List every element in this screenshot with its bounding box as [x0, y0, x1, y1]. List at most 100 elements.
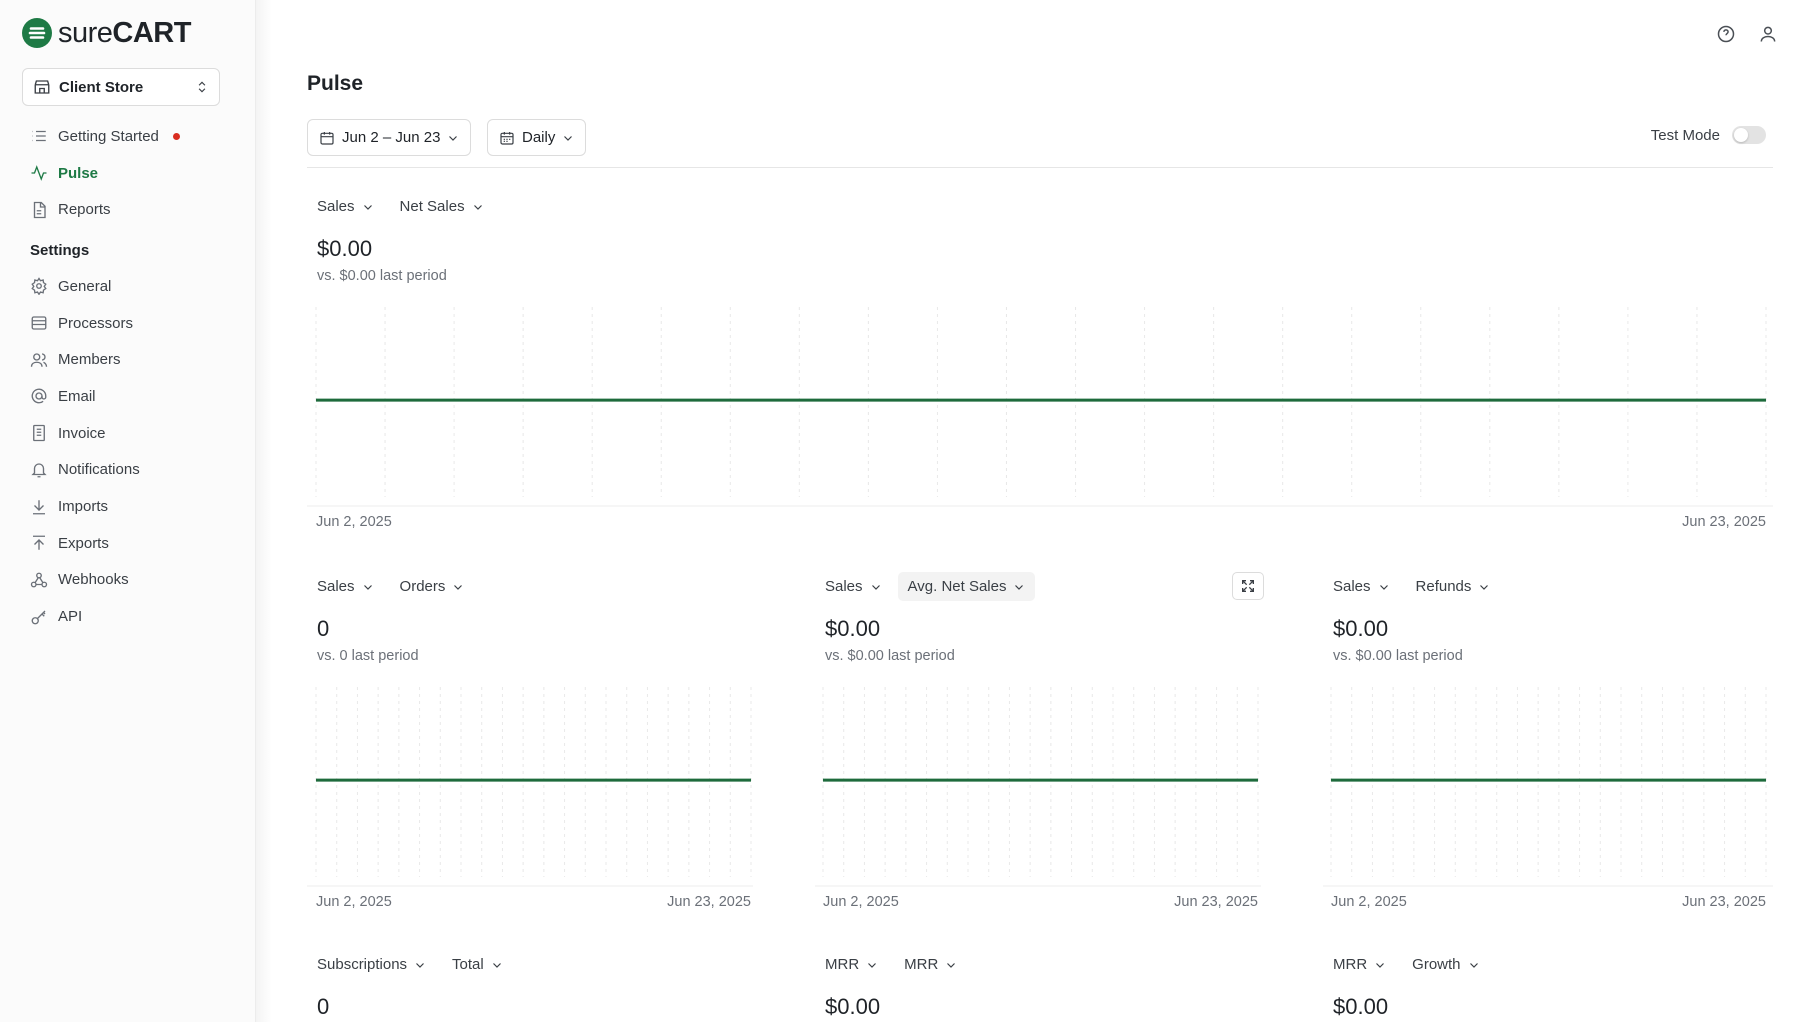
metric-dropdown[interactable]: Refunds	[1406, 572, 1501, 601]
metric-category-dropdown[interactable]: MRR	[1323, 950, 1396, 979]
sidebar-item-pulse[interactable]: Pulse	[22, 155, 232, 192]
test-mode-control: Test Mode	[1651, 126, 1766, 144]
calendar-icon	[320, 131, 334, 145]
x-axis-start-label: Jun 2, 2025	[316, 514, 392, 530]
metric-category-dropdown[interactable]: Sales	[815, 572, 892, 601]
dropdown-label: Growth	[1412, 956, 1461, 973]
sidebar-item-label: Invoice	[58, 424, 106, 442]
bell-icon	[31, 463, 47, 478]
date-range-label: Jun 2 – Jun 23	[342, 129, 441, 146]
download-icon	[33, 499, 45, 514]
sidebar-item-reports[interactable]: Reports	[22, 191, 232, 228]
users-icon	[30, 353, 48, 367]
dropdown-label: Orders	[399, 578, 446, 595]
sidebar-item-members[interactable]: Members	[22, 341, 232, 378]
chevron-down-icon	[416, 962, 424, 968]
x-axis-start-label: Jun 2, 2025	[316, 894, 392, 910]
metric-value: 0	[317, 994, 330, 1019]
dropdown-label: Sales	[1333, 578, 1371, 595]
chevron-down-icon	[454, 584, 463, 590]
invoice-icon	[33, 424, 45, 442]
x-axis-end-label: Jun 23, 2025	[1682, 894, 1766, 910]
dropdown-label: Sales	[825, 578, 863, 595]
user-icon[interactable]	[1758, 24, 1778, 44]
metric-dropdown[interactable]: Net Sales	[390, 192, 494, 221]
mrr-growth-card: MRR Growth $0.00	[1323, 950, 1773, 1022]
metric-dropdown[interactable]: Total	[442, 950, 513, 979]
sidebar-item-getting-started[interactable]: Getting Started	[22, 118, 232, 155]
dropdown-label: Refunds	[1415, 578, 1472, 595]
test-mode-label: Test Mode	[1650, 126, 1720, 144]
calendar-grid-icon	[500, 131, 514, 145]
store-icon	[34, 80, 50, 94]
test-mode-toggle[interactable]	[1732, 126, 1766, 144]
pulse-icon	[31, 165, 47, 181]
chevron-down-icon	[564, 135, 573, 141]
dropdown-label: Sales	[317, 198, 355, 215]
sidebar-item-label: Notifications	[58, 461, 140, 479]
sidebar-item-invoice[interactable]: Invoice	[22, 415, 232, 452]
metric-dropdown[interactable]: MRR	[894, 950, 967, 979]
sidebar-item-general[interactable]: General	[22, 268, 232, 305]
sidebar-item-label: Email	[58, 387, 96, 405]
mrr-card: MRR MRR $0.00	[815, 950, 1261, 1022]
date-range-button[interactable]: Jun 2 – Jun 23	[307, 119, 472, 156]
sidebar-item-label: Reports	[58, 201, 111, 219]
expand-chart-button[interactable]	[1232, 572, 1264, 600]
avg-net-sales-card: Sales Avg. Net Sales $0.00 vs. $0.00 las…	[815, 572, 1264, 912]
brand-name: sureCART	[58, 17, 191, 49]
dropdown-label: Net Sales	[399, 198, 465, 215]
chevron-down-icon	[363, 204, 372, 210]
dropdown-label: MRR	[825, 956, 860, 973]
store-selector[interactable]: Client Store	[22, 68, 220, 106]
interval-button[interactable]: Daily	[487, 119, 587, 156]
dropdown-label: Total	[452, 956, 484, 973]
chevron-down-icon	[1379, 584, 1388, 590]
metric-dropdown[interactable]: Avg. Net Sales	[897, 572, 1036, 601]
expand-icon	[1242, 580, 1254, 592]
card-controls: Sales Refunds	[1323, 572, 1500, 601]
metric-dropdown[interactable]: Growth	[1402, 950, 1489, 979]
sidebar-item-email[interactable]: Email	[22, 378, 232, 415]
dropdown-label: MRR	[904, 956, 939, 973]
sidebar-item-exports[interactable]: Exports	[22, 525, 232, 562]
metric-value: $0.00	[825, 616, 881, 641]
help-icon[interactable]	[1716, 24, 1736, 44]
metric-category-dropdown[interactable]: Sales	[307, 572, 384, 601]
sidebar-nav: Getting Started Pulse Reports Settings G…	[22, 118, 232, 635]
sidebar-item-webhooks[interactable]: Webhooks	[22, 562, 232, 599]
metric-dropdown[interactable]: Orders	[390, 572, 475, 601]
metric-category-dropdown[interactable]: Subscriptions	[307, 950, 436, 979]
sidebar-item-label: Members	[58, 351, 121, 369]
metric-category-dropdown[interactable]: Sales	[307, 192, 384, 221]
chevron-down-icon	[1480, 584, 1489, 590]
brand-logo[interactable]: sureCART	[22, 18, 191, 48]
chevron-up-down-icon	[198, 81, 206, 93]
sidebar-item-label: Getting Started	[58, 127, 159, 145]
x-axis-end-label: Jun 23, 2025	[1174, 894, 1258, 910]
sidebar-item-label: Webhooks	[58, 571, 129, 589]
dropdown-label: Subscriptions	[317, 956, 408, 973]
webhook-icon	[30, 572, 48, 588]
sidebar-item-label: Pulse	[58, 164, 99, 182]
metric-category-dropdown[interactable]: MRR	[815, 950, 888, 979]
x-axis-end-label: Jun 23, 2025	[667, 894, 751, 910]
document-icon	[33, 201, 46, 218]
sidebar-item-api[interactable]: API	[22, 598, 232, 635]
upload-icon	[33, 535, 45, 550]
orders-line-chart	[307, 687, 753, 887]
avg-net-sales-line-chart	[815, 687, 1261, 887]
notification-dot	[172, 132, 180, 140]
sidebar: sureCART Client Store Getting Started Pu…	[0, 0, 256, 1022]
metric-category-dropdown[interactable]: Sales	[1323, 572, 1400, 601]
sidebar-item-processors[interactable]: Processors	[22, 305, 232, 342]
metric-value: $0.00	[317, 236, 373, 261]
sidebar-item-notifications[interactable]: Notifications	[22, 452, 232, 489]
chevron-down-icon	[449, 135, 458, 141]
x-axis-start-label: Jun 2, 2025	[823, 894, 899, 910]
list-icon	[32, 131, 46, 142]
sidebar-item-imports[interactable]: Imports	[22, 488, 232, 525]
card-controls: Subscriptions Total	[307, 950, 513, 979]
surecart-logo-icon	[22, 18, 52, 48]
settings-heading: Settings	[30, 241, 90, 259]
